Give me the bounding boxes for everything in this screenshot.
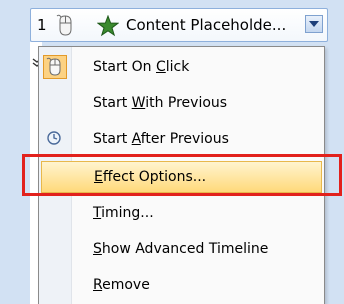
menu-item-label: Start With Previous xyxy=(93,95,228,111)
menu-item-start-with-previous[interactable]: Start With Previous xyxy=(39,87,324,119)
menu-item-start-after-previous[interactable]: Start After Previous xyxy=(39,123,324,155)
menu-item-label: Show Advanced Timeline xyxy=(93,241,269,257)
callout-highlight-frame xyxy=(22,154,342,196)
clock-icon xyxy=(43,127,67,151)
chevron-down-icon[interactable] xyxy=(305,15,323,33)
animation-effect-name: Content Placeholde... xyxy=(126,16,287,34)
menu-item-timing[interactable]: Timing... xyxy=(39,197,324,229)
mouse-icon xyxy=(55,14,77,38)
menu-item-start-on-click[interactable]: Start On Click xyxy=(39,51,324,83)
custom-animation-pane: 1 Content Placeholde... Start On Click S… xyxy=(0,0,344,304)
menu-item-show-advanced-timeline[interactable]: Show Advanced Timeline xyxy=(39,233,324,265)
mouse-icon xyxy=(43,55,67,79)
menu-item-label: Start After Previous xyxy=(93,131,229,147)
star-effect-icon xyxy=(96,14,120,37)
menu-item-label: Start On Click xyxy=(93,59,190,75)
menu-item-remove[interactable]: Remove xyxy=(39,269,324,301)
animation-item-row[interactable]: 1 Content Placeholde... xyxy=(30,8,328,42)
menu-item-label: Remove xyxy=(93,277,150,293)
animation-order-number: 1 xyxy=(37,16,47,34)
menu-item-label: Timing... xyxy=(93,205,154,221)
